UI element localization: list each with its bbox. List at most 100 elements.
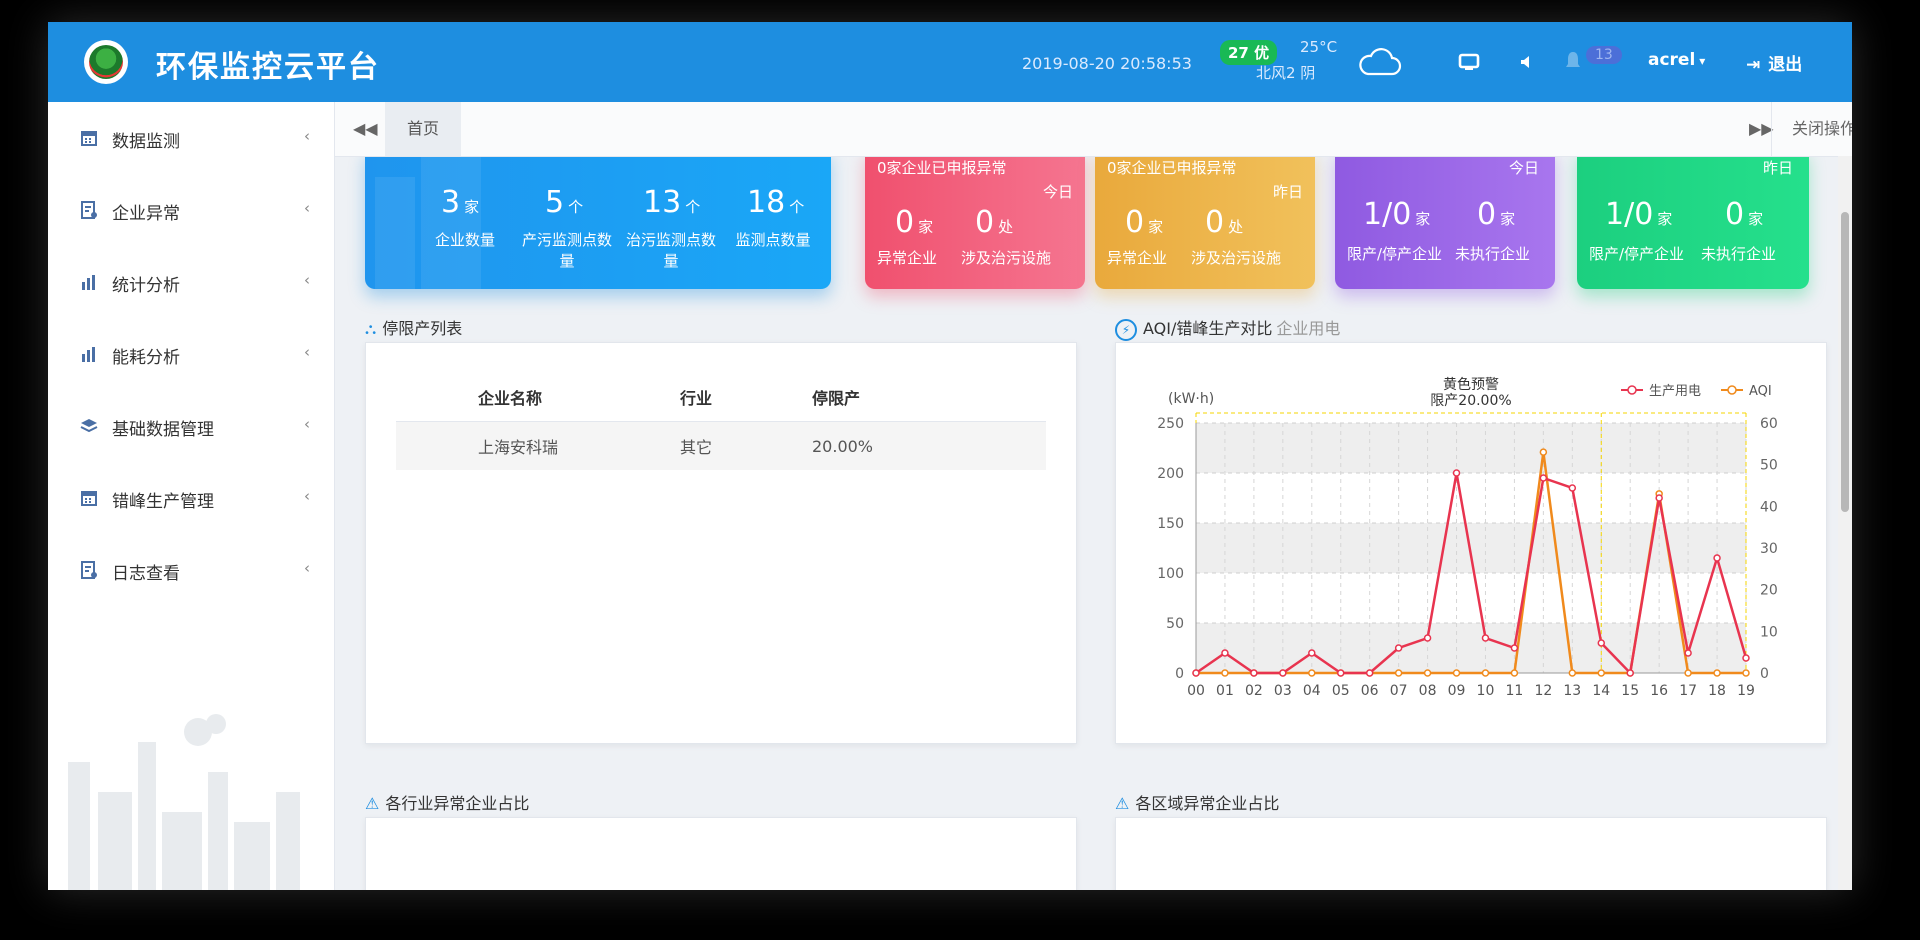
anomaly-facility-label: 涉及治污设施 bbox=[1191, 249, 1282, 267]
grid-band bbox=[1196, 423, 1746, 473]
legend-marker bbox=[1627, 385, 1637, 395]
data-point bbox=[1365, 669, 1374, 677]
x-tick-label: 00 bbox=[1187, 683, 1205, 699]
city-decoration-image bbox=[68, 714, 300, 890]
sidebar-item-data-monitor[interactable]: 数据监测 ‹ bbox=[48, 102, 334, 174]
production-pollution-label: 产污监测点数量 bbox=[521, 231, 612, 270]
calendar-icon bbox=[81, 131, 97, 146]
summary-card: 3家 企业数量 5个 产污监测点数量 13 个 治污监测点数量 18 个 监测点数量 bbox=[365, 157, 831, 289]
unexecuted-enterprise-label: 未执行企业 bbox=[1455, 245, 1531, 263]
data-point bbox=[1308, 669, 1316, 677]
region-section-title: ⚠ 各区域异常企业占比 bbox=[1115, 794, 1280, 813]
table-cell: 其它 bbox=[679, 421, 811, 470]
y-tick-label: 100 bbox=[1157, 566, 1184, 582]
data-point bbox=[1655, 494, 1663, 502]
restricted-enterprise-label: 限产/停产企业 bbox=[1347, 245, 1443, 263]
bar-chart-icon bbox=[82, 347, 95, 362]
y-tick-label: 200 bbox=[1157, 466, 1184, 482]
data-point bbox=[1394, 669, 1403, 677]
x-tick-label: 11 bbox=[1506, 683, 1524, 699]
y2-tick-label: 60 bbox=[1760, 416, 1778, 432]
tab-scroll-left-icon[interactable]: ◀◀ bbox=[353, 119, 378, 138]
chart-subtitle: 限产20.00% bbox=[1430, 393, 1511, 409]
sidebar-item-label: 日志查看 bbox=[112, 564, 180, 584]
y2-tick-label: 0 bbox=[1760, 666, 1769, 682]
close-operations-button[interactable]: 关闭操作 bbox=[1771, 102, 1852, 156]
anomaly-facility-count: 0处 bbox=[975, 205, 1014, 240]
tab-bar: ◀◀ 首页 ▶▶ 关闭操作 bbox=[335, 102, 1852, 157]
anomaly-enterprise-count: 0家 bbox=[895, 205, 934, 240]
shutdown-list-panel: 企业名称 行业 停限产 上海安科瑞 其它 20.00% bbox=[365, 342, 1077, 744]
restriction-today-card[interactable]: 今日 1/0 家 0家 限产/停产企业 未执行企业 bbox=[1335, 157, 1555, 289]
wind-weather: 北风2 阴 bbox=[1256, 64, 1316, 82]
user-menu[interactable]: acrel ▾ bbox=[1648, 50, 1705, 70]
data-point bbox=[1510, 644, 1519, 652]
sidebar-item-label: 统计分析 bbox=[112, 276, 180, 296]
bell-icon[interactable] bbox=[1564, 50, 1582, 72]
tab-home[interactable]: 首页 bbox=[385, 102, 461, 156]
chevron-left-icon: ‹ bbox=[304, 487, 310, 505]
sidebar-item-peak-shift[interactable]: 错峰生产管理 ‹ bbox=[48, 462, 334, 534]
unexecuted-enterprise-label: 未执行企业 bbox=[1701, 245, 1777, 263]
column-header: 行业 bbox=[679, 373, 811, 422]
data-point bbox=[1568, 669, 1577, 677]
logout-button[interactable]: ⇥ 退出 bbox=[1746, 50, 1802, 75]
data-point bbox=[1481, 634, 1490, 642]
calendar-icon bbox=[81, 491, 97, 506]
data-point bbox=[1279, 669, 1287, 677]
lightning-icon: ⚡ bbox=[1115, 319, 1137, 341]
cloud-icon bbox=[1359, 48, 1402, 76]
sound-icon[interactable] bbox=[1518, 52, 1534, 72]
y-axis-label: (kW·h) bbox=[1168, 391, 1214, 407]
x-tick-label: 15 bbox=[1621, 683, 1639, 699]
chevron-left-icon: ‹ bbox=[304, 559, 310, 577]
data-point bbox=[1423, 669, 1432, 677]
sidebar-item-logs[interactable]: 日志查看 ‹ bbox=[48, 534, 334, 606]
anomaly-yesterday-card[interactable]: 0家企业已申报异常 昨日 0家 0处 异常企业 涉及治污设施 bbox=[1095, 157, 1315, 289]
y2-tick-label: 30 bbox=[1760, 541, 1778, 557]
sidebar-item-enterprise-anomaly[interactable]: 企业异常 ‹ bbox=[48, 174, 334, 246]
chevron-left-icon: ‹ bbox=[304, 199, 310, 217]
restriction-yesterday-card[interactable]: 昨日 1/0 家 0家 限产/停产企业 未执行企业 bbox=[1577, 157, 1809, 289]
anomaly-today-card[interactable]: 0家企业已申报异常 今日 0家 0处 异常企业 涉及治污设施 bbox=[865, 157, 1085, 289]
table-row[interactable]: 上海安科瑞 其它 20.00% bbox=[396, 421, 1046, 470]
sidebar-item-label: 基础数据管理 bbox=[112, 420, 214, 440]
data-point bbox=[1713, 554, 1721, 562]
sidebar-item-base-data[interactable]: 基础数据管理 ‹ bbox=[48, 390, 334, 462]
sidebar-item-label: 错峰生产管理 bbox=[112, 492, 214, 512]
anomaly-header: 0家企业已申报异常 bbox=[877, 159, 1007, 177]
sidebar-item-energy[interactable]: 能耗分析 ‹ bbox=[48, 318, 334, 390]
shutdown-table: 企业名称 行业 停限产 上海安科瑞 其它 20.00% bbox=[396, 373, 1046, 470]
layers-icon bbox=[80, 419, 98, 433]
anomaly-facility-count: 0处 bbox=[1205, 205, 1244, 240]
monitor-point-label: 监测点数量 bbox=[735, 231, 811, 249]
scrollbar-thumb[interactable] bbox=[1841, 212, 1849, 512]
screen-icon[interactable] bbox=[1458, 52, 1480, 72]
data-point bbox=[1539, 474, 1548, 482]
data-point bbox=[1597, 669, 1606, 677]
data-point bbox=[1684, 669, 1692, 677]
restricted-enterprise-count: 1/0 家 bbox=[1363, 197, 1431, 232]
enterprise-count-label: 企业数量 bbox=[434, 231, 495, 249]
sidebar-item-label: 企业异常 bbox=[112, 204, 180, 224]
x-tick-label: 02 bbox=[1245, 683, 1263, 699]
sidebar-item-label: 数据监测 bbox=[112, 132, 180, 152]
y2-tick-label: 20 bbox=[1760, 583, 1778, 599]
warning-icon: ⚠ bbox=[1115, 794, 1130, 813]
building-watermark-icon bbox=[375, 157, 481, 289]
tab-scroll-right-icon[interactable]: ▶▶ bbox=[1749, 119, 1774, 138]
scrollbar[interactable] bbox=[1838, 156, 1852, 890]
chevron-left-icon: ‹ bbox=[304, 415, 310, 433]
x-tick-label: 19 bbox=[1737, 683, 1755, 699]
notification-count[interactable]: 13 bbox=[1586, 46, 1622, 64]
y-tick-label: 0 bbox=[1175, 666, 1184, 682]
x-tick-label: 05 bbox=[1332, 683, 1350, 699]
x-tick-label: 12 bbox=[1534, 683, 1552, 699]
chart-title: 黄色预警 bbox=[1443, 376, 1499, 393]
aqi-section-title: ⚡ AQI/错峰生产对比 企业用电 bbox=[1115, 315, 1340, 341]
sidebar-item-statistics[interactable]: 统计分析 ‹ bbox=[48, 246, 334, 318]
period-label: 今日 bbox=[1042, 183, 1073, 201]
data-point bbox=[1221, 669, 1229, 677]
data-point bbox=[1684, 649, 1692, 657]
x-tick-label: 08 bbox=[1419, 683, 1437, 699]
